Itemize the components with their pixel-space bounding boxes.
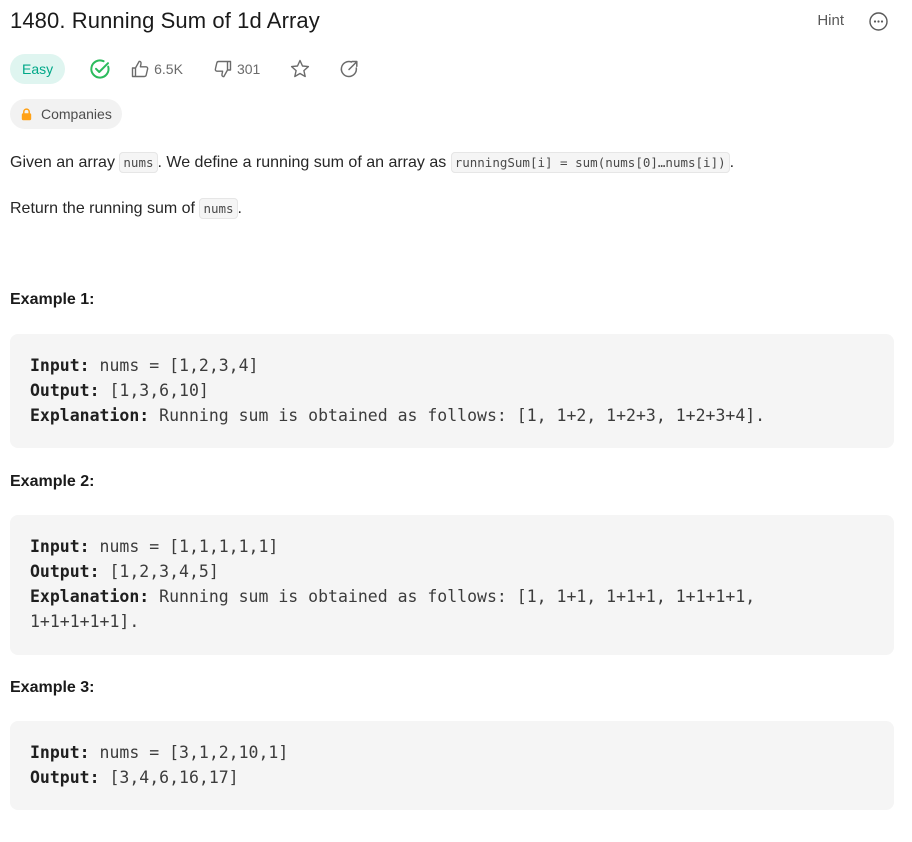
example-1-title: Example 1:	[10, 291, 95, 308]
star-icon	[291, 59, 310, 78]
example-3-box: Input: nums = [3,1,2,10,1] Output: [3,4,…	[10, 721, 894, 810]
solved-check-icon	[90, 59, 110, 79]
problem-meta-bar: Easy 6.5K 301	[10, 54, 359, 84]
difficulty-badge: Easy	[10, 54, 66, 84]
example-3-title: Example 3:	[10, 679, 95, 696]
example-2-title: Example 2:	[10, 473, 95, 490]
share-button[interactable]	[339, 59, 359, 79]
lock-icon	[21, 107, 32, 121]
example-1-box: Input: nums = [1,2,3,4] Output: [1,3,6,1…	[10, 334, 894, 448]
problem-title: 1480. Running Sum of 1d Array	[10, 8, 320, 33]
code-running-sum-formula: runningSum[i] = sum(nums[0]…nums[i])	[450, 152, 730, 173]
example-explanation: Explanation: Running sum is obtained as …	[30, 406, 766, 425]
example-explanation: Explanation: Running sum is obtained as …	[30, 587, 756, 606]
dislike-button[interactable]: 301	[213, 59, 260, 79]
companies-label: Companies	[41, 106, 112, 122]
favorite-button[interactable]	[289, 58, 311, 80]
hint-button[interactable]: Hint	[817, 12, 844, 29]
problem-header: 1480. Running Sum of 1d Array Hint	[10, 8, 902, 38]
example-input: Input: nums = [1,2,3,4]	[30, 356, 259, 375]
more-icon	[869, 12, 888, 31]
companies-tag[interactable]: Companies	[10, 99, 122, 129]
description-paragraph-2: Return the running sum of nums.	[10, 198, 242, 219]
description-paragraph-1: Given an array nums. We define a running…	[10, 152, 735, 173]
example-input: Input: nums = [3,1,2,10,1]	[30, 743, 289, 762]
code-nums: nums	[199, 198, 238, 219]
example-input: Input: nums = [1,1,1,1,1]	[30, 537, 279, 556]
like-count: 6.5K	[154, 61, 183, 77]
solved-status	[89, 58, 111, 80]
example-explanation-continued: 1+1+1+1+1].	[30, 612, 140, 631]
example-output: Output: [1,3,6,10]	[30, 381, 209, 400]
more-options-button[interactable]	[869, 12, 888, 31]
share-icon	[340, 60, 358, 78]
thumbs-up-icon	[131, 60, 149, 78]
thumbs-down-icon	[214, 60, 232, 78]
dislike-count: 301	[236, 61, 261, 77]
like-button[interactable]: 6.5K	[130, 59, 183, 79]
example-output: Output: [3,4,6,16,17]	[30, 768, 239, 787]
code-nums: nums	[119, 152, 158, 173]
example-2-box: Input: nums = [1,1,1,1,1] Output: [1,2,3…	[10, 515, 894, 655]
example-output: Output: [1,2,3,4,5]	[30, 562, 219, 581]
